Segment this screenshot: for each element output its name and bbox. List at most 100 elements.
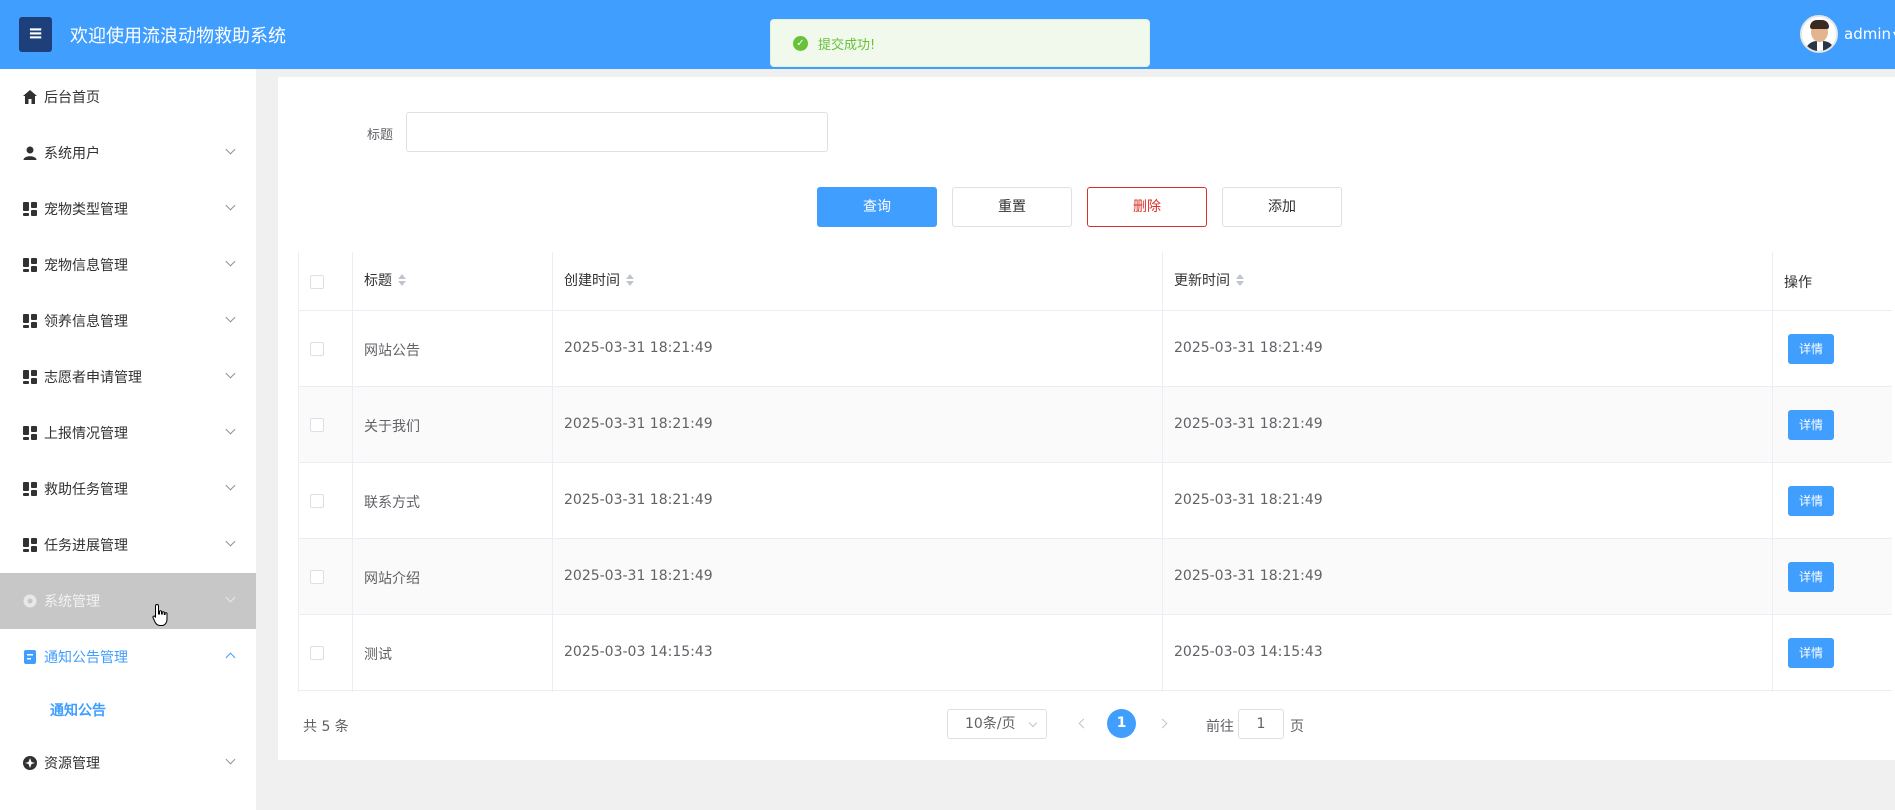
user-menu[interactable]: admin ▾ [1800, 14, 1895, 54]
sidebar-item-label: 任务进展管理 [44, 538, 128, 554]
query-button[interactable]: 查询 [817, 187, 937, 227]
row-checkbox[interactable] [310, 570, 324, 584]
grid-icon [22, 425, 38, 441]
sidebar: 后台首页 系统用户 宠物类型管理 宠物信息管理 领养信息管理 志愿者申请管理 上… [0, 69, 256, 810]
sidebar-item-notice-management[interactable]: 通知公告管理 [0, 629, 256, 685]
sidebar-item-label: 系统用户 [44, 146, 100, 162]
sidebar-item-system-management[interactable]: 系统管理 [0, 573, 256, 629]
column-divider [1772, 252, 1773, 692]
grid-icon [22, 537, 38, 553]
title-search-input[interactable] [406, 112, 828, 152]
chevron-down-icon [1028, 718, 1038, 728]
table-row: 网站公告 2025-03-31 18:21:49 2025-03-31 18:2… [299, 311, 1892, 387]
grid-icon [22, 201, 38, 217]
sidebar-item-label: 后台首页 [44, 90, 100, 106]
chevron-down-icon [225, 536, 236, 547]
prev-page-icon[interactable] [1077, 714, 1087, 734]
hand-cursor-icon [152, 603, 168, 626]
document-icon [22, 649, 38, 665]
sort-icon[interactable] [398, 274, 406, 286]
home-icon [22, 89, 38, 105]
page-size-select[interactable]: 10条/页 [947, 709, 1047, 739]
cell-created: 2025-03-31 18:21:49 [564, 340, 713, 356]
goto-page-input[interactable]: 1 [1238, 709, 1284, 739]
sidebar-item-system-users[interactable]: 系统用户 [0, 125, 256, 181]
search-label: 标题 [367, 128, 394, 143]
table-row: 网站介绍 2025-03-31 18:21:49 2025-03-31 18:2… [299, 539, 1892, 615]
user-icon [22, 145, 38, 161]
grid-icon [22, 369, 38, 385]
detail-button[interactable]: 详情 [1788, 410, 1834, 440]
delete-button[interactable]: 删除 [1087, 187, 1207, 227]
cell-updated: 2025-03-31 18:21:49 [1174, 340, 1323, 356]
sidebar-item-task-progress[interactable]: 任务进展管理 [0, 517, 256, 573]
row-checkbox[interactable] [310, 494, 324, 508]
notice-table: 标题 创建时间 更新时间 操作 网站公告 2025-03-31 18:21:49… [298, 252, 1892, 692]
cell-created: 2025-03-03 14:15:43 [564, 644, 713, 660]
sidebar-item-pet-info[interactable]: 宠物信息管理 [0, 237, 256, 293]
goto-label: 前往 [1206, 719, 1234, 735]
avatar[interactable] [1800, 15, 1838, 53]
sidebar-subitem-notice[interactable]: 通知公告 [0, 685, 256, 735]
add-button[interactable]: 添加 [1222, 187, 1342, 227]
column-header-updated[interactable]: 更新时间 [1174, 270, 1244, 290]
chevron-down-icon [225, 200, 236, 211]
sidebar-item-label: 通知公告管理 [44, 650, 128, 666]
column-divider [1162, 252, 1163, 692]
column-header-actions: 操作 [1784, 275, 1812, 291]
table-row: 关于我们 2025-03-31 18:21:49 2025-03-31 18:2… [299, 387, 1892, 463]
chevron-up-icon [225, 652, 236, 663]
sidebar-subitem-label: 通知公告 [50, 703, 106, 719]
toast-message: 提交成功! [818, 37, 876, 53]
hamburger-icon[interactable]: ≡ [19, 17, 52, 52]
cell-updated: 2025-03-31 18:21:49 [1174, 568, 1323, 584]
chevron-down-icon [225, 368, 236, 379]
cell-title: 测试 [364, 647, 392, 663]
column-divider [552, 252, 553, 692]
row-checkbox[interactable] [310, 342, 324, 356]
cell-created: 2025-03-31 18:21:49 [564, 416, 713, 432]
sort-icon[interactable] [1236, 274, 1244, 286]
current-page-button[interactable]: 1 [1107, 709, 1136, 738]
sidebar-item-adoption[interactable]: 领养信息管理 [0, 293, 256, 349]
sidebar-item-pet-type[interactable]: 宠物类型管理 [0, 181, 256, 237]
sidebar-item-label: 领养信息管理 [44, 314, 128, 330]
row-checkbox[interactable] [310, 646, 324, 660]
total-count: 共 5 条 [303, 719, 349, 735]
cell-updated: 2025-03-31 18:21:49 [1174, 492, 1323, 508]
detail-button[interactable]: 详情 [1788, 486, 1834, 516]
row-checkbox[interactable] [310, 418, 324, 432]
username-label[interactable]: admin [1844, 25, 1891, 43]
cell-title: 联系方式 [364, 495, 420, 511]
sidebar-item-resource[interactable]: 资源管理 [0, 735, 256, 791]
sidebar-item-label: 救助任务管理 [44, 482, 128, 498]
detail-button[interactable]: 详情 [1788, 334, 1834, 364]
detail-button[interactable]: 详情 [1788, 562, 1834, 592]
column-header-created[interactable]: 创建时间 [564, 270, 634, 290]
cell-title: 网站公告 [364, 343, 420, 359]
chevron-down-icon [225, 480, 236, 491]
check-circle-icon: ✓ [793, 35, 808, 51]
grid-icon [22, 313, 38, 329]
chevron-down-icon [225, 424, 236, 435]
sidebar-item-volunteer[interactable]: 志愿者申请管理 [0, 349, 256, 405]
chevron-down-icon [225, 754, 236, 765]
sort-icon[interactable] [626, 274, 634, 286]
sidebar-item-label: 志愿者申请管理 [44, 370, 142, 386]
cell-created: 2025-03-31 18:21:49 [564, 568, 713, 584]
sidebar-item-label: 资源管理 [44, 756, 100, 772]
detail-button[interactable]: 详情 [1788, 638, 1834, 668]
sidebar-item-label: 宠物信息管理 [44, 258, 128, 274]
next-page-icon[interactable] [1159, 714, 1169, 734]
column-divider [352, 252, 353, 692]
cell-title: 网站介绍 [364, 571, 420, 587]
sidebar-item-home[interactable]: 后台首页 [0, 69, 256, 125]
select-all-checkbox[interactable] [310, 275, 324, 289]
column-header-title[interactable]: 标题 [364, 270, 406, 290]
sidebar-item-report[interactable]: 上报情况管理 [0, 405, 256, 461]
goto-suffix: 页 [1290, 719, 1304, 735]
reset-button[interactable]: 重置 [952, 187, 1072, 227]
sidebar-item-label: 系统管理 [44, 594, 100, 610]
cell-updated: 2025-03-03 14:15:43 [1174, 644, 1323, 660]
sidebar-item-rescue-task[interactable]: 救助任务管理 [0, 461, 256, 517]
